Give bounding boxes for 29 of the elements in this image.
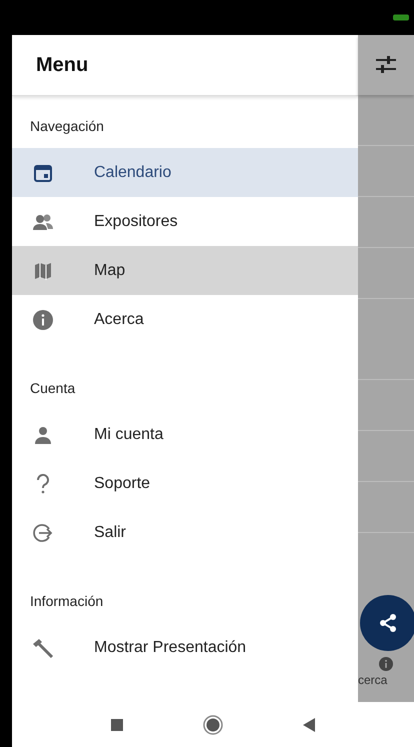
menu-item[interactable]: Map [12,246,358,295]
menu-item[interactable]: Salir [12,508,358,557]
hammer-icon [32,638,54,658]
menu-item[interactable]: Mi cuenta [12,410,358,459]
menu-item[interactable]: Acerca [12,295,358,344]
logout-icon [33,522,53,542]
info-icon [379,657,393,671]
menu-item[interactable]: Soporte [12,459,358,508]
map-icon [34,262,52,280]
home-icon[interactable] [203,714,223,734]
section-label: Información [29,592,104,611]
people-icon [32,214,54,230]
filter-icon[interactable] [375,56,397,74]
menu-item[interactable]: Calendario [12,148,358,197]
share-button[interactable] [360,595,414,651]
menu-item[interactable]: Mostrar Presentación [12,623,358,672]
share-icon [378,613,398,633]
help-icon [36,474,50,494]
back-icon[interactable] [303,718,315,732]
battery-icon [392,14,410,21]
drawer-title: Menu [36,54,88,76]
recents-icon[interactable] [111,718,123,730]
section-label: Navegación [29,117,105,136]
tab-label[interactable]: cerca [358,673,388,687]
info-icon [33,310,53,330]
section-label: Cuenta [29,379,76,398]
calendar-icon [34,164,52,182]
person-icon [34,426,52,444]
menu-item[interactable]: Expositores [12,197,358,246]
